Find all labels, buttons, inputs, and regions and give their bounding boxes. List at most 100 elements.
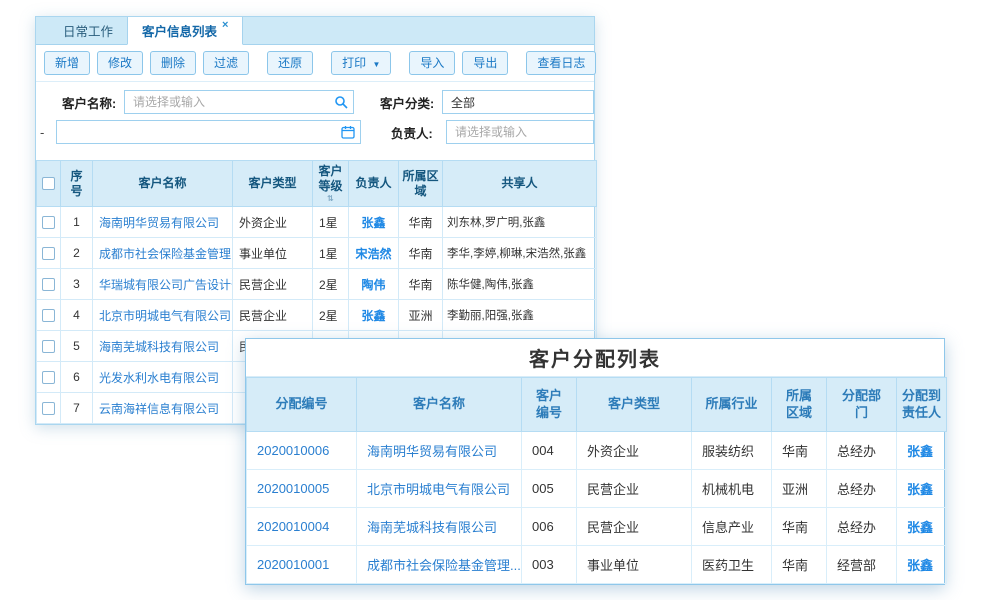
select-all-checkbox[interactable]: [42, 177, 55, 190]
tab-label: 日常工作: [63, 21, 113, 40]
table-row[interactable]: 2 成都市社会保险基金管理... 事业单位 1星 宋浩然 华南 李华,李婷,柳琳…: [37, 238, 597, 269]
import-button[interactable]: 导入: [409, 51, 455, 75]
table-row[interactable]: 2020010006 海南明华贸易有限公司 004 外资企业 服装纺织 华南 总…: [247, 432, 947, 470]
customer-name-link[interactable]: 海南芜城科技有限公司: [367, 520, 497, 535]
dept-cell: 总经办: [827, 432, 897, 470]
sort-icon[interactable]: ⇅: [315, 195, 346, 203]
dept-cell: 总经办: [827, 508, 897, 546]
table-row[interactable]: 3 华瑞城有限公司广告设计部 民营企业 2星 陶伟 华南 陈华健,陶伟,张鑫: [37, 269, 597, 300]
shared-people-cell: 李华,李婷,柳琳,宋浩然,张鑫: [443, 238, 597, 269]
edit-button[interactable]: 修改: [97, 51, 143, 75]
row-number: 6: [61, 362, 93, 393]
customer-allocation-panel: 客户分配列表 分配编号 客户名称 客户 编号 客户类型 所属行业 所属: [245, 338, 945, 585]
owner-link[interactable]: 陶伟: [361, 278, 385, 292]
table-row[interactable]: 2020010004 海南芜城科技有限公司 006 民营企业 信息产业 华南 总…: [247, 508, 947, 546]
search-icon[interactable]: [334, 95, 348, 114]
caret-down-icon: ▼: [372, 60, 380, 69]
col-header-alloc-no: 分配编号: [247, 378, 357, 432]
date-input[interactable]: [56, 120, 361, 144]
customer-name-input[interactable]: [124, 90, 354, 114]
col-header-region: 所属 区域: [772, 378, 827, 432]
customer-category-select[interactable]: [442, 90, 594, 114]
add-button[interactable]: 新增: [44, 51, 90, 75]
shared-people-cell: 李勤丽,阳强,张鑫: [443, 300, 597, 331]
alloc-no-link[interactable]: 2020010001: [257, 557, 329, 572]
customer-type-cell: 事业单位: [577, 546, 692, 584]
owner-link[interactable]: 张鑫: [361, 216, 385, 230]
col-header-assignee: 分配到 责任人: [897, 378, 947, 432]
filter-area: 客户名称: 客户分类: -: [36, 82, 594, 152]
customer-name-link[interactable]: 北京市明城电气有限公司: [99, 309, 231, 323]
filter-button[interactable]: 过滤: [203, 51, 249, 75]
allocation-list-title: 客户分配列表: [246, 339, 944, 377]
tab-daily-work[interactable]: 日常工作: [49, 17, 127, 44]
owner-link[interactable]: 宋浩然: [355, 247, 391, 261]
col-header-dept: 分配部 门: [827, 378, 897, 432]
region-cell: 亚洲: [399, 300, 443, 331]
region-cell: 华南: [772, 546, 827, 584]
close-icon[interactable]: ×: [222, 19, 228, 31]
region-cell: 华南: [399, 269, 443, 300]
col-header-customer-no: 客户 编号: [522, 378, 577, 432]
shared-people-cell: 刘东林,罗广明,张鑫: [443, 207, 597, 238]
customer-name-link[interactable]: 华瑞城有限公司广告设计部: [99, 278, 233, 292]
row-checkbox[interactable]: [42, 309, 55, 322]
row-checkbox[interactable]: [42, 278, 55, 291]
col-header-shared: 共享人: [443, 161, 597, 207]
tab-customer-info-list[interactable]: 客户信息列表 ×: [127, 17, 243, 45]
assignee-link[interactable]: 张鑫: [907, 558, 933, 573]
region-cell: 华南: [399, 207, 443, 238]
row-checkbox[interactable]: [42, 402, 55, 415]
customer-type-cell: 事业单位: [233, 238, 313, 269]
col-header-region: 所属区 域: [399, 161, 443, 207]
col-header-owner: 负责人: [349, 161, 399, 207]
owner-link[interactable]: 张鑫: [361, 309, 385, 323]
customer-level-cell: 1星: [313, 238, 349, 269]
tab-label: 客户信息列表: [142, 21, 217, 40]
row-checkbox[interactable]: [42, 340, 55, 353]
table-row[interactable]: 2020010005 北京市明城电气有限公司 005 民营企业 机械机电 亚洲 …: [247, 470, 947, 508]
customer-name-label: 客户名称:: [62, 93, 124, 112]
customer-type-cell: 外资企业: [577, 432, 692, 470]
col-header-customer-name: 客户名称: [357, 378, 522, 432]
table-row[interactable]: 1 海南明华贸易有限公司 外资企业 1星 张鑫 华南 刘东林,罗广明,张鑫: [37, 207, 597, 238]
export-button[interactable]: 导出: [462, 51, 508, 75]
view-log-button[interactable]: 查看日志: [526, 51, 596, 75]
customer-name-link[interactable]: 海南芜城科技有限公司: [99, 340, 219, 354]
table-row[interactable]: 2020010001 成都市社会保险基金管理... 003 事业单位 医药卫生 …: [247, 546, 947, 584]
row-checkbox[interactable]: [42, 216, 55, 229]
customer-name-link[interactable]: 云南海祥信息有限公司: [99, 402, 219, 416]
assignee-link[interactable]: 张鑫: [907, 520, 933, 535]
customer-no-cell: 006: [522, 508, 577, 546]
customer-name-link[interactable]: 成都市社会保险基金管理...: [99, 247, 233, 261]
delete-button[interactable]: 删除: [150, 51, 196, 75]
dept-cell: 总经办: [827, 470, 897, 508]
customer-name-link[interactable]: 成都市社会保险基金管理...: [367, 558, 521, 573]
row-checkbox[interactable]: [42, 371, 55, 384]
customer-level-cell: 1星: [313, 207, 349, 238]
customer-type-cell: 民营企业: [577, 508, 692, 546]
col-header-customer-level[interactable]: 客户 等级 ⇅: [313, 161, 349, 207]
row-checkbox[interactable]: [42, 247, 55, 260]
toolbar: 新增 修改 删除 过滤 还原 打印 ▼ 导入 导出 查看日志: [36, 45, 594, 82]
alloc-no-link[interactable]: 2020010005: [257, 481, 329, 496]
assignee-link[interactable]: 张鑫: [907, 482, 933, 497]
shared-people-cell: 陈华健,陶伟,张鑫: [443, 269, 597, 300]
restore-button[interactable]: 还原: [267, 51, 313, 75]
customer-name-link[interactable]: 光发水利水电有限公司: [99, 371, 219, 385]
owner-input[interactable]: [446, 120, 594, 144]
customer-name-link[interactable]: 北京市明城电气有限公司: [367, 482, 510, 497]
alloc-no-link[interactable]: 2020010006: [257, 443, 329, 458]
assignee-link[interactable]: 张鑫: [907, 444, 933, 459]
table-row[interactable]: 4 北京市明城电气有限公司 民营企业 2星 张鑫 亚洲 李勤丽,阳强,张鑫: [37, 300, 597, 331]
alloc-no-link[interactable]: 2020010004: [257, 519, 329, 534]
customer-level-cell: 2星: [313, 300, 349, 331]
print-button[interactable]: 打印 ▼: [331, 51, 391, 75]
industry-cell: 服装纺织: [692, 432, 772, 470]
row-number: 7: [61, 393, 93, 424]
customer-name-link[interactable]: 海南明华贸易有限公司: [367, 444, 497, 459]
calendar-icon[interactable]: [341, 125, 355, 144]
customer-name-link[interactable]: 海南明华贸易有限公司: [99, 216, 219, 230]
app-canvas: 日常工作 客户信息列表 × 新增 修改 删除 过滤 还原 打印 ▼ 导入 导出 …: [0, 0, 1000, 600]
tab-bar: 日常工作 客户信息列表 ×: [36, 17, 594, 45]
